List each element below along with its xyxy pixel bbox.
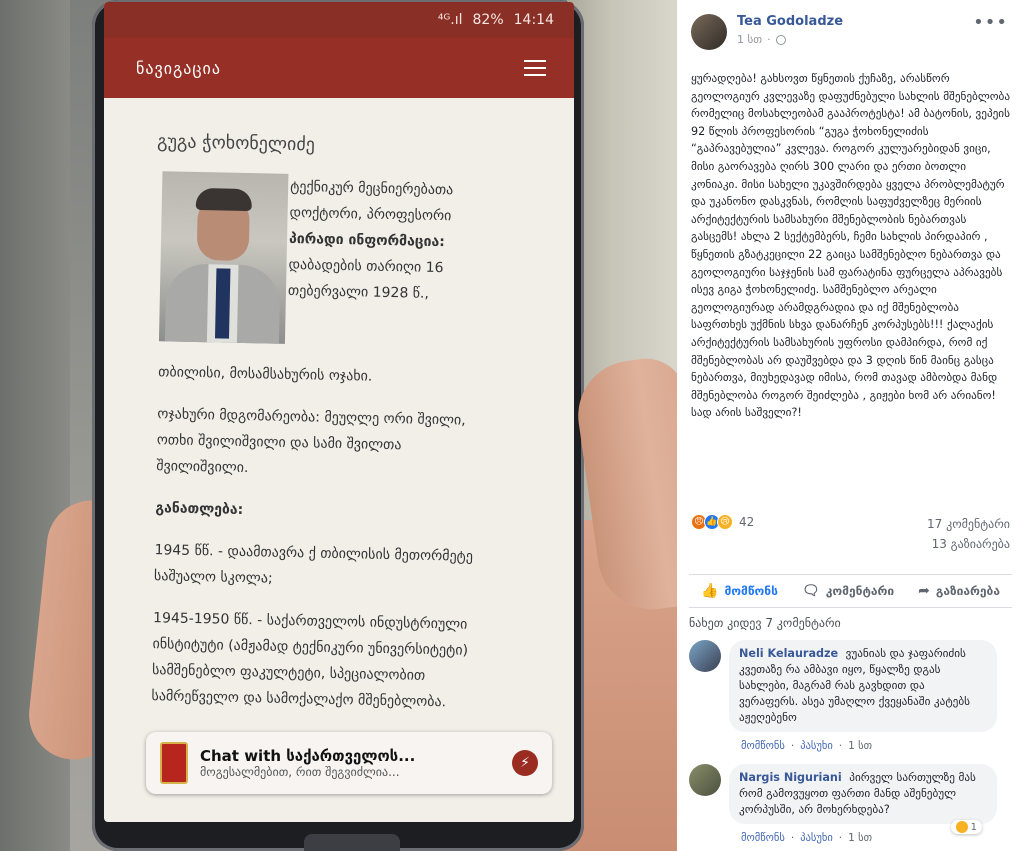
comment-time[interactable]: 1 სთ [848,740,872,752]
reactions-count[interactable]: 😠 👍 😢 42 [691,514,754,530]
chat-subtitle: მოგესალმებით, რით შეგვიძლია... [200,765,400,779]
profile-document: გუგა ჭოხონელიძე ტექნიკურ მეცნიერებათა დო… [104,98,574,822]
comment-bubble: Neli Kelauradze ვუანიას და ჯაფარიძის კვე… [729,640,997,732]
share-button[interactable]: ➦ გაზიარება [918,583,1000,599]
phone-screen: ⁴ᴳ.ıl 82% 14:14 ნავიგაცია გუგა ჭოხონელიძ… [104,2,574,822]
education-2: 1945-1950 წწ. - საქართველოს ინდუსტრიული … [151,610,469,711]
author-name[interactable]: Tea Godoladze [737,14,843,29]
personal-heading: პირადი ინფორმაცია: [288,230,445,251]
thumbs-up-icon: 👍 [701,583,719,599]
bio-text: თბილისი, მოსამსახურის ოჯახი. ოჯახური მდგ… [151,359,479,732]
comment-reply-link[interactable]: პასუხი [800,740,833,752]
nav-title[interactable]: ნავიგაცია [136,59,221,78]
hamburger-menu-icon[interactable] [524,60,546,76]
sad-reaction-icon: 😢 [717,514,733,530]
signal-indicator: ⁴ᴳ.ıl [437,12,463,28]
smartphone: ⁴ᴳ.ıl 82% 14:14 ნავიგაცია გუგა ჭოხონელიძ… [92,0,584,851]
shares-count[interactable]: 13 გაზიარება [927,534,1010,554]
messenger-icon[interactable]: ⚡ [512,750,538,776]
like-button[interactable]: 👍 მომწონს [701,583,778,599]
comment-icon: 🗨 [801,583,820,599]
phone-home-button [304,834,400,851]
intro-text: ტექნიკურ მეცნიერებათა დოქტორი, პროფესორი [289,178,454,225]
commenter-name[interactable]: Nargis Niguriani [739,771,842,784]
comment-bubble: Nargis Niguriani პირველ სართულზე მას რომ… [729,764,997,824]
chat-widget[interactable]: Chat with საქართველოს... მოგესალმებით, რ… [146,732,552,794]
battery-percent: 82% [472,12,504,28]
comments-count[interactable]: 17 კომენტარი [927,514,1010,534]
comment-item: Nargis Niguriani პირველ სართულზე მას რომ… [689,764,1012,844]
comment-like-link[interactable]: მომწონს [741,740,785,752]
education-heading: განათლება: [155,500,244,519]
family-status: ოჯახური მდგომარეობა: მეუღლე ორი შვილი, ო… [156,406,466,477]
haha-reaction-icon [955,821,968,833]
birth-place: თბილისი, მოსამსახურის ოჯახი. [158,364,373,385]
comment-reply-link[interactable]: პასუხი [800,832,833,844]
clock: 14:14 [513,12,554,28]
post-actions: 👍 მომწონს 🗨 კომენტარი ➦ გაზიარება [689,574,1012,608]
globe-icon [775,34,786,45]
comment-reaction-badge[interactable]: 1 [950,820,982,834]
reactions-summary: 😠 👍 😢 42 17 კომენტარი 13 გაზიარება [677,514,1024,574]
commenter-name[interactable]: Neli Kelauradze [739,647,838,660]
post-text: ყურადღება! გახსოვთ წყნეთის ქუჩაზე, არასწ… [691,72,1011,420]
coat-of-arms-icon [160,742,188,784]
reactions-number: 42 [739,515,755,529]
view-more-comments[interactable]: ნახეთ კიდევ 7 კომენტარი [689,616,1012,630]
birth-text: დაბადების თარიღი 16 თებერვალი 1928 წ., [287,256,444,302]
commenter-avatar[interactable] [689,640,721,672]
phone-status-bar: ⁴ᴳ.ıl 82% 14:14 [104,2,574,38]
comments-section: ნახეთ კიდევ 7 კომენტარი Neli Kelauradze … [677,608,1024,844]
author-avatar[interactable] [691,14,727,50]
comment-item: Neli Kelauradze ვუანიას და ჯაფარიძის კვე… [689,640,1012,752]
comment-like-link[interactable]: მომწონს [741,832,785,844]
commenter-avatar[interactable] [689,764,721,796]
post-photo[interactable]: ⁴ᴳ.ıl 82% 14:14 ნავიგაცია გუგა ჭოხონელიძ… [0,0,677,851]
facebook-post: Tea Godoladze 1 სთ · ••• ყურადღება! გახს… [677,0,1024,851]
post-time[interactable]: 1 სთ [737,33,762,46]
comment-time[interactable]: 1 სთ [848,832,872,844]
comment-button[interactable]: 🗨 კომენტარი [802,583,894,599]
portrait-photo [158,171,289,344]
post-header: Tea Godoladze 1 სთ · ••• [677,0,1024,62]
education-1: 1945 წწ. - დაამთავრა ქ თბილისის მეთორმეტ… [153,542,474,587]
chat-title: Chat with საქართველოს... [200,747,416,765]
person-name: გუგა ჭოხონელიძე [156,131,316,156]
intro-block: ტექნიკურ მეცნიერებათა დოქტორი, პროფესორი… [288,174,481,308]
site-navbar: ნავიგაცია [104,38,574,98]
more-options-icon[interactable]: ••• [973,12,1008,33]
share-icon: ➦ [918,583,930,599]
